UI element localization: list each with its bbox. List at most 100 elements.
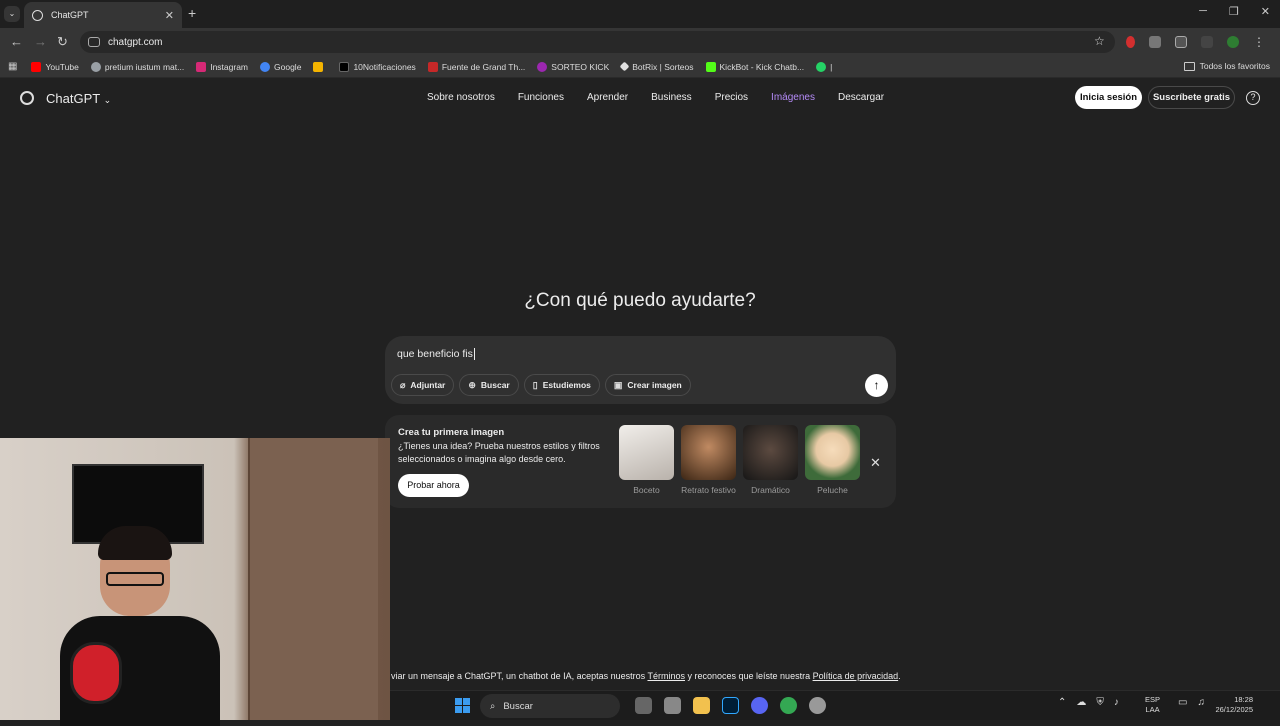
chevron-down-icon: ⌄ <box>103 95 112 105</box>
chevron-up-icon[interactable]: ⌃ <box>1058 697 1066 708</box>
globe-icon <box>90 61 101 72</box>
tab-search-button[interactable]: ⌄ <box>4 6 20 22</box>
nav-learn[interactable]: Aprender <box>587 92 628 103</box>
browser-tab[interactable]: ChatGPT ✕ <box>24 2 182 28</box>
create-image-button[interactable]: ▣ Crear imagen <box>604 374 691 396</box>
nav-features[interactable]: Funciones <box>518 92 564 103</box>
bookmark-youtube[interactable]: YouTube <box>31 61 79 72</box>
apps-grid-icon[interactable]: ▦ <box>8 61 17 72</box>
back-icon[interactable]: ← <box>10 34 23 49</box>
terms-link[interactable]: Términos <box>647 671 685 681</box>
attach-button[interactable]: ⌀ Adjuntar <box>391 374 455 396</box>
mic-icon[interactable]: ♪ <box>1114 697 1119 708</box>
kick-icon <box>537 61 548 72</box>
volume-icon[interactable]: ♫ <box>1197 697 1205 708</box>
paperclip-icon: ⌀ <box>400 379 406 390</box>
extensions-area: ⋮ <box>1126 35 1265 49</box>
nav-images[interactable]: Imágenes <box>771 92 815 103</box>
reload-icon[interactable]: ↻ <box>57 34 68 50</box>
youtube-icon <box>31 61 42 72</box>
font-icon <box>427 61 438 72</box>
bookmark-instagram[interactable]: Instagram <box>196 61 248 72</box>
bookmark-x[interactable]: 10Notificaciones <box>339 61 416 72</box>
taskbar-clock[interactable]: 18:28 26/12/2025 <box>1208 695 1253 715</box>
legal-footer: viar un mensaje a ChatGPT, un chatbot de… <box>391 671 901 681</box>
bookmark-kickbot[interactable]: KickBot - Kick Chatb... <box>705 61 804 72</box>
bookmark-pretium[interactable]: pretium iustum mat... <box>90 61 184 72</box>
new-tab-button[interactable]: + <box>188 5 196 21</box>
more-menu-icon[interactable]: ⋮ <box>1253 35 1265 49</box>
image-icon: ▣ <box>613 379 623 390</box>
site-info-icon[interactable] <box>88 37 100 47</box>
nav-business[interactable]: Business <box>651 92 692 103</box>
file-explorer-icon[interactable] <box>693 697 710 714</box>
dramatic-thumbnail <box>743 425 798 480</box>
all-bookmarks[interactable]: Todos los favoritos <box>1183 61 1270 71</box>
puzzle-icon[interactable] <box>1175 36 1187 48</box>
help-icon[interactable]: ? <box>1246 91 1260 105</box>
folder-icon <box>1183 61 1195 71</box>
discord-icon[interactable] <box>751 697 768 714</box>
privacy-link[interactable]: Política de privacidad <box>813 671 899 681</box>
bookmark-star-icon[interactable]: ☆ <box>1094 34 1105 48</box>
signup-button[interactable]: Suscríbete gratis <box>1148 86 1235 109</box>
search-button[interactable]: ⊕ Buscar <box>459 374 519 396</box>
task-view-icon[interactable] <box>635 697 652 714</box>
browser-toolbar: ← → ↻ chatgpt.com ☆ ⋮ <box>0 28 1280 56</box>
promo-title: Crea tu primera imagen <box>398 427 505 438</box>
minimize-icon[interactable]: ─ <box>1199 5 1207 18</box>
restore-icon[interactable]: ❐ <box>1229 5 1239 18</box>
style-sketch[interactable]: Boceto <box>619 425 674 495</box>
x-logo-icon <box>339 61 350 72</box>
study-button[interactable]: ▯ Estudiemos <box>523 374 600 396</box>
bookmark-whatsapp[interactable]: | <box>816 61 832 72</box>
botrix-icon <box>619 61 630 72</box>
model-switcher[interactable]: ChatGPT ⌄ <box>46 91 111 106</box>
login-button[interactable]: Inicia sesión <box>1075 86 1142 109</box>
site-nav: Sobre nosotros Funciones Aprender Busine… <box>427 92 884 103</box>
browser-tab-strip: ⌄ ChatGPT ✕ + ─ ❐ ✕ <box>0 0 1280 28</box>
profile-avatar-icon[interactable] <box>1227 36 1239 48</box>
send-button[interactable]: ↑ <box>865 374 888 397</box>
image-promo-card: Crea tu primera imagen ¿Tienes una idea?… <box>385 415 896 508</box>
close-icon[interactable]: ✕ <box>870 455 881 471</box>
bookmark-pinwheel[interactable] <box>313 61 327 72</box>
photoshop-icon[interactable] <box>722 697 739 714</box>
onedrive-icon[interactable]: ☁ <box>1076 697 1086 708</box>
app-icon[interactable] <box>664 697 681 714</box>
defender-icon[interactable]: ⛨ <box>1096 697 1104 708</box>
prompt-composer: que beneficio fis ⌀ Adjuntar ⊕ Buscar ▯ Est… <box>385 336 896 404</box>
bookmark-google[interactable]: Google <box>260 61 301 72</box>
reading-list-icon[interactable] <box>1201 36 1213 48</box>
try-now-button[interactable]: Probar ahora <box>398 474 469 497</box>
bookmark-gta-font[interactable]: Fuente de Grand Th... <box>427 61 525 72</box>
network-icon[interactable]: ▭ <box>1178 697 1187 708</box>
nav-download[interactable]: Descargar <box>838 92 884 103</box>
style-plush[interactable]: Peluche <box>805 425 860 495</box>
address-bar[interactable]: chatgpt.com <box>80 31 1115 53</box>
style-festive-portrait[interactable]: Retrato festivo <box>681 425 736 495</box>
extension-icon[interactable] <box>1149 36 1161 48</box>
url-text: chatgpt.com <box>108 36 163 48</box>
bookmark-sorteo-kick[interactable]: SORTEO KICK <box>537 61 609 72</box>
text-caret <box>473 348 475 361</box>
search-icon: ⌕ <box>490 700 496 712</box>
nav-pricing[interactable]: Precios <box>715 92 748 103</box>
chrome-icon[interactable] <box>780 697 797 714</box>
promo-text: ¿Tienes una idea? Prueba nuestros estilo… <box>398 441 600 464</box>
instagram-icon <box>196 61 207 72</box>
language-indicator[interactable]: ESP LAA <box>1145 695 1160 715</box>
taskbar-search[interactable]: ⌕ Buscar <box>480 694 620 718</box>
forward-icon[interactable]: → <box>34 34 47 49</box>
bookmark-botrix[interactable]: BotRix | Sorteos <box>619 61 694 72</box>
windows-start-icon[interactable] <box>455 698 470 713</box>
style-dramatic[interactable]: Dramático <box>743 425 798 495</box>
sketch-thumbnail <box>619 425 674 480</box>
close-window-icon[interactable]: ✕ <box>1261 5 1270 18</box>
prompt-input[interactable]: que beneficio fis <box>397 348 475 361</box>
extension-red-icon[interactable] <box>1126 36 1135 48</box>
steam-icon[interactable] <box>809 697 826 714</box>
nav-about[interactable]: Sobre nosotros <box>427 92 495 103</box>
tab-close-icon[interactable]: ✕ <box>165 9 174 22</box>
openai-logo-icon[interactable] <box>20 91 34 105</box>
